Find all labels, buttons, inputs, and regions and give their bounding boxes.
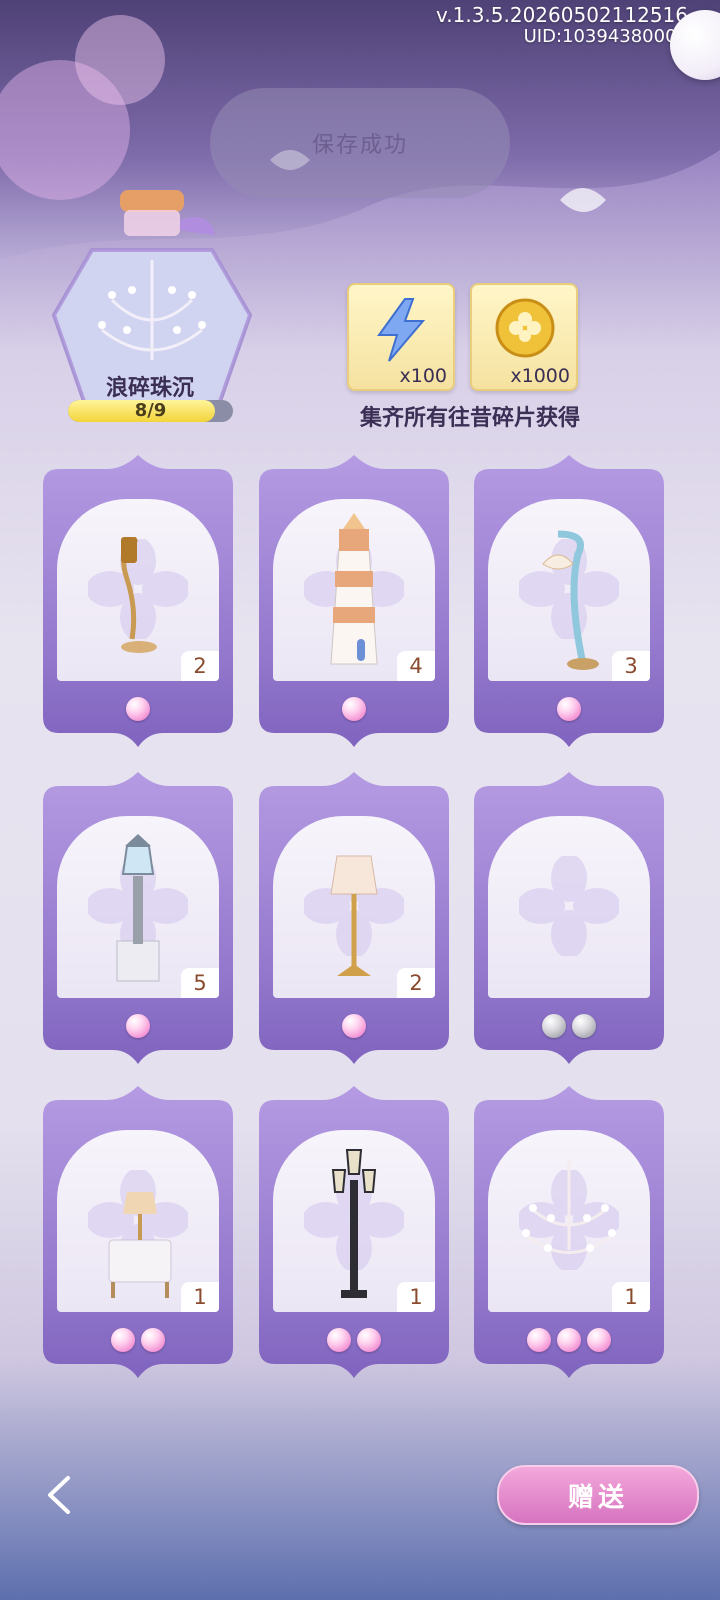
reward-energy-qty: x100 <box>399 365 447 387</box>
energy-bolt-icon <box>377 298 426 362</box>
pearl-icon <box>357 1328 381 1352</box>
fragment-card[interactable]: 2 <box>43 455 233 747</box>
reward-coins[interactable]: x1000 <box>470 283 578 391</box>
pearl-icon <box>572 1014 596 1038</box>
card-item-panel: 1 <box>488 1130 650 1312</box>
pearl-rating <box>474 1014 664 1038</box>
pearl-icon <box>542 1014 566 1038</box>
fragment-count: 2 <box>397 968 435 998</box>
card-item-panel: 4 <box>273 499 435 681</box>
card-item-panel: 5 <box>57 816 219 998</box>
collection-progress-bar: 8/9 <box>68 400 233 422</box>
card-item-panel: 2 <box>57 499 219 681</box>
progress-text: 8/9 <box>134 400 167 421</box>
pearl-rating <box>43 1014 233 1038</box>
fragment-count: 5 <box>181 968 219 998</box>
pearl-icon <box>557 697 581 721</box>
version-info: v.1.3.5.20260502112516 UID:10394380006 <box>436 4 688 48</box>
card-item-panel <box>488 816 650 998</box>
fragment-count: 1 <box>181 1282 219 1312</box>
reward-energy[interactable]: x100 <box>347 283 455 391</box>
fragment-card[interactable]: 1 <box>43 1086 233 1378</box>
fragment-count: 2 <box>181 651 219 681</box>
back-button[interactable] <box>36 1470 86 1520</box>
collection-name: 浪碎珠沉 <box>105 376 194 401</box>
gift-button[interactable]: 赠送 <box>497 1465 699 1525</box>
fragment-card[interactable]: 5 <box>43 772 233 1064</box>
reward-caption: 集齐所有往昔碎片获得 <box>359 405 580 431</box>
fragment-count: 1 <box>612 1282 650 1312</box>
pearl-icon <box>327 1328 351 1352</box>
fragment-card[interactable]: 1 <box>259 1086 449 1378</box>
save-success-toast: 保存成功 <box>210 88 510 198</box>
fragment-count: 3 <box>612 651 650 681</box>
pearl-icon <box>342 1014 366 1038</box>
reward-coins-qty: x1000 <box>510 365 570 387</box>
fragment-count: 4 <box>397 651 435 681</box>
pearl-icon <box>111 1328 135 1352</box>
fragment-count: 1 <box>397 1282 435 1312</box>
pearl-rating <box>259 1328 449 1352</box>
empty-slot-icon <box>488 816 650 998</box>
card-item-panel: 3 <box>488 499 650 681</box>
pearl-icon <box>527 1328 551 1352</box>
fragment-card[interactable]: 1 <box>474 1086 664 1378</box>
pearl-icon <box>342 697 366 721</box>
card-item-panel: 1 <box>273 1130 435 1312</box>
pearl-rating <box>259 1014 449 1038</box>
pearl-icon <box>126 1014 150 1038</box>
pearl-icon <box>126 697 150 721</box>
pearl-icon <box>587 1328 611 1352</box>
pearl-rating <box>43 1328 233 1352</box>
pearl-icon <box>141 1328 165 1352</box>
pearl-rating <box>259 697 449 721</box>
pearl-rating <box>43 697 233 721</box>
clover-coin-icon <box>495 298 555 358</box>
uid-text: UID:10394380006 <box>523 26 688 47</box>
version-text: v.1.3.5.20260502112516 <box>435 3 688 27</box>
pearl-icon <box>557 1328 581 1352</box>
fragment-card[interactable] <box>474 772 664 1064</box>
pearl-rating <box>474 697 664 721</box>
fragment-card[interactable]: 4 <box>259 455 449 747</box>
pearl-rating <box>474 1328 664 1352</box>
card-item-panel: 2 <box>273 816 435 998</box>
fragment-card[interactable]: 2 <box>259 772 449 1064</box>
chevron-left-icon <box>48 1476 70 1514</box>
card-item-panel: 1 <box>57 1130 219 1312</box>
fragment-card[interactable]: 3 <box>474 455 664 747</box>
